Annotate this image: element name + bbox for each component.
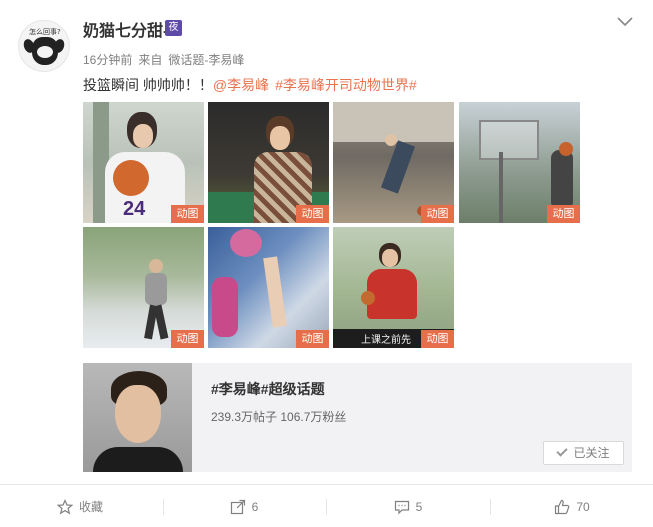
face-shape <box>133 124 153 148</box>
repost-count: 6 <box>251 499 259 514</box>
post-meta: 16分钟前 来自 微话题-李易峰 <box>83 51 250 68</box>
gif-badge: 动图 <box>171 330 204 348</box>
player-shape <box>380 140 416 194</box>
shirt-shape <box>145 273 167 305</box>
gif-badge: 动图 <box>421 205 454 223</box>
head-shape <box>149 259 163 273</box>
gallery-image-6[interactable]: 动图 <box>208 227 329 348</box>
username[interactable]: 奶猫七分甜- <box>83 17 168 41</box>
ball-shape <box>559 142 573 156</box>
comment-icon <box>394 500 409 514</box>
favorite-label: 收藏 <box>78 500 103 514</box>
face-shape <box>115 385 161 443</box>
like-button[interactable]: 70 <box>491 485 653 527</box>
comment-count: 5 <box>415 499 423 514</box>
jersey-number: 24 <box>123 198 146 220</box>
gif-badge: 动图 <box>296 330 329 348</box>
shirt-shape <box>93 447 183 472</box>
face-shape <box>270 126 290 150</box>
follow-label: 已关注 <box>573 446 610 460</box>
check-icon <box>556 445 569 457</box>
mention-link[interactable]: @李易峰 <box>213 77 269 93</box>
favorite-button[interactable]: 收藏 <box>0 485 160 527</box>
player-shape <box>212 277 238 337</box>
gallery-image-4[interactable]: 动图 <box>459 102 580 223</box>
backboard-shape <box>479 120 539 160</box>
avatar-face <box>32 37 58 65</box>
source-link[interactable]: 微话题-李易峰 <box>168 53 244 67</box>
gallery-image-7[interactable]: 上课之前先 动图 <box>333 227 454 348</box>
post-time[interactable]: 16分钟前 <box>83 53 132 67</box>
player-shape <box>551 150 573 210</box>
pole-shape <box>499 152 503 223</box>
tv-caption: 上课之前先 <box>361 335 411 346</box>
gif-badge: 动图 <box>171 205 204 223</box>
hashtag-link[interactable]: #李易峰开司动物世界# <box>275 77 417 93</box>
action-bar: 收藏 6 5 70 <box>0 484 653 527</box>
topic-stats: 239.3万帖子 106.7万粉丝 <box>211 410 347 424</box>
leg-shape <box>153 304 169 340</box>
chevron-down-icon[interactable] <box>616 15 634 29</box>
avatar-caption: 怎么回事? <box>29 28 61 36</box>
topic-title[interactable]: #李易峰#超级话题 <box>211 379 325 399</box>
gallery-image-2[interactable]: 动图 <box>208 102 329 223</box>
ball-shape <box>361 291 375 305</box>
follow-button[interactable]: 已关注 <box>543 441 624 465</box>
gallery-image-5[interactable]: 动图 <box>83 227 204 348</box>
face-shape <box>382 249 398 267</box>
gif-badge: 动图 <box>547 205 580 223</box>
basketball-shape <box>113 160 149 196</box>
gif-badge: 动图 <box>296 205 329 223</box>
post-body: 投篮瞬间 帅帅帅！！ <box>83 77 213 93</box>
post-text: 投篮瞬间 帅帅帅！！@李易峰 #李易峰开司动物世界# <box>83 75 417 95</box>
vip-badge[interactable]: 夜 <box>165 20 182 36</box>
like-count: 70 <box>576 499 590 514</box>
repost-button[interactable]: 6 <box>164 485 324 527</box>
star-icon <box>56 498 73 514</box>
topic-card[interactable]: #李易峰#超级话题 239.3万帖子 106.7万粉丝 已关注 <box>83 363 632 472</box>
share-icon <box>230 499 245 514</box>
arm-shape <box>263 256 287 328</box>
topic-photo <box>83 363 192 472</box>
source-prefix: 来自 <box>138 53 163 67</box>
thumbs-up-icon <box>555 499 570 514</box>
gallery-image-3[interactable]: 动图 <box>333 102 454 223</box>
head-shape <box>385 134 397 146</box>
gif-badge: 动图 <box>421 330 454 348</box>
red-shirt-shape <box>367 269 417 319</box>
comment-button[interactable]: 5 <box>327 485 489 527</box>
ball-shape <box>230 229 262 257</box>
avatar[interactable]: 怎么回事? <box>18 20 70 72</box>
gallery-image-1[interactable]: 24 动图 <box>83 102 204 223</box>
